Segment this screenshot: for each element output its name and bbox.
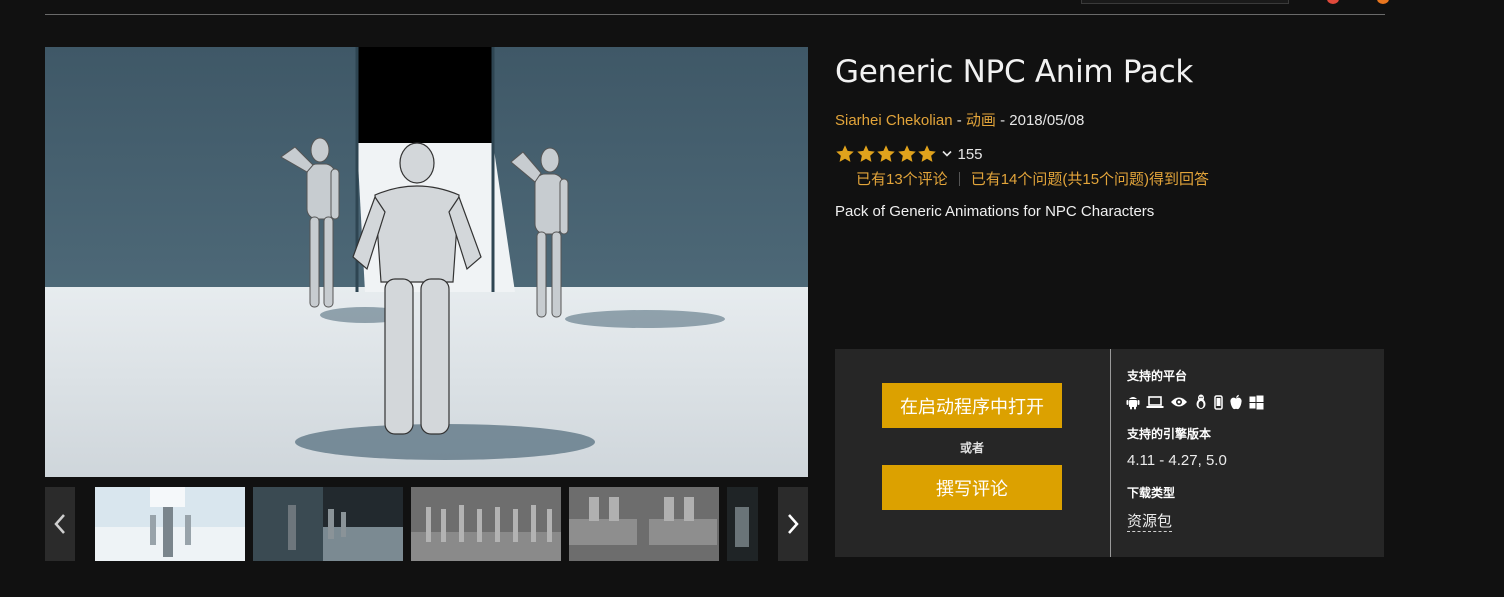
header-divider: [45, 14, 1385, 15]
panel-divider: [1110, 349, 1111, 557]
download-type-value[interactable]: 资源包: [1127, 513, 1173, 532]
thumbnail-image: [569, 487, 719, 561]
windows-icon: [1249, 395, 1264, 409]
thumbnail-3[interactable]: [411, 487, 561, 561]
product-page: Generic NPC Anim Pack Siarhei Chekolian …: [0, 0, 1504, 597]
chevron-left-icon: [54, 514, 65, 534]
release-date: 2018/05/08: [1009, 112, 1085, 129]
product-description: Pack of Generic Animations for NPC Chara…: [835, 203, 1155, 220]
linux-icon: [1196, 394, 1206, 409]
thumbnail-strip: [95, 487, 758, 561]
laptop-icon: [1146, 396, 1164, 408]
cart-badge[interactable]: [1377, 0, 1389, 4]
reviews-link[interactable]: 已有13个评论: [856, 168, 948, 189]
link-divider: [958, 171, 960, 186]
search-box[interactable]: [1081, 0, 1289, 4]
platforms-label: 支持的平台: [1127, 369, 1188, 383]
thumbnail-image: [411, 487, 561, 561]
review-question-links: 已有13个评论 已有14个问题(共15个问题)得到回答: [856, 168, 1209, 189]
android-icon: [1126, 397, 1140, 410]
thumbnail-5[interactable]: [727, 487, 758, 561]
engine-versions: 4.11 - 4.27, 5.0: [1127, 452, 1227, 469]
star-icon: [918, 145, 936, 162]
eye-vr-icon: [1171, 397, 1187, 407]
author-link[interactable]: Siarhei Chekolian: [835, 112, 953, 129]
star-icon: [897, 145, 916, 162]
thumbnails-prev-button[interactable]: [45, 487, 75, 561]
chevron-right-icon: [788, 514, 799, 534]
questions-link[interactable]: 已有14个问题(共15个问题)得到回答: [971, 168, 1209, 189]
star-rating: [835, 144, 938, 164]
thumbnails-next-button[interactable]: [778, 487, 808, 561]
category-link[interactable]: 动画: [966, 112, 996, 129]
open-in-launcher-button[interactable]: 在启动程序中打开: [882, 383, 1062, 428]
thumbnail-1[interactable]: [95, 487, 245, 561]
chevron-down-icon[interactable]: [941, 150, 952, 158]
download-type-wrapper: 资源包: [1127, 510, 1173, 532]
thumbnail-image: [253, 487, 403, 561]
phone-icon: [1214, 394, 1223, 410]
platform-icons: [1126, 394, 1264, 410]
write-review-button[interactable]: 撰写评论: [882, 465, 1062, 510]
star-icon: [836, 145, 854, 162]
download-type-label: 下载类型: [1127, 486, 1176, 500]
main-preview-image[interactable]: [45, 47, 808, 477]
star-icon: [856, 145, 875, 162]
thumbnail-image: [727, 487, 758, 561]
apple-icon: [1230, 394, 1242, 410]
purchase-panel: 在启动程序中打开 或者 撰写评论 支持的平台 支持的引擎版本 4.11 - 4.…: [835, 349, 1384, 557]
preview-scene: [45, 47, 808, 477]
thumbnail-2[interactable]: [253, 487, 403, 561]
product-meta: Siarhei Chekolian - 动画 - 2018/05/08: [835, 109, 1084, 130]
engine-version-label: 支持的引擎版本: [1127, 427, 1212, 441]
rating-summary[interactable]: 155: [835, 143, 983, 165]
star-icon: [877, 145, 895, 162]
meta-separator: -: [956, 112, 962, 129]
rating-count: 155: [957, 145, 983, 163]
thumbnail-4[interactable]: [569, 487, 719, 561]
meta-separator: -: [1000, 112, 1006, 129]
notification-badge[interactable]: [1327, 0, 1339, 4]
or-label: 或者: [959, 441, 984, 455]
thumbnail-image: [95, 487, 245, 561]
product-title: Generic NPC Anim Pack: [835, 54, 1193, 90]
